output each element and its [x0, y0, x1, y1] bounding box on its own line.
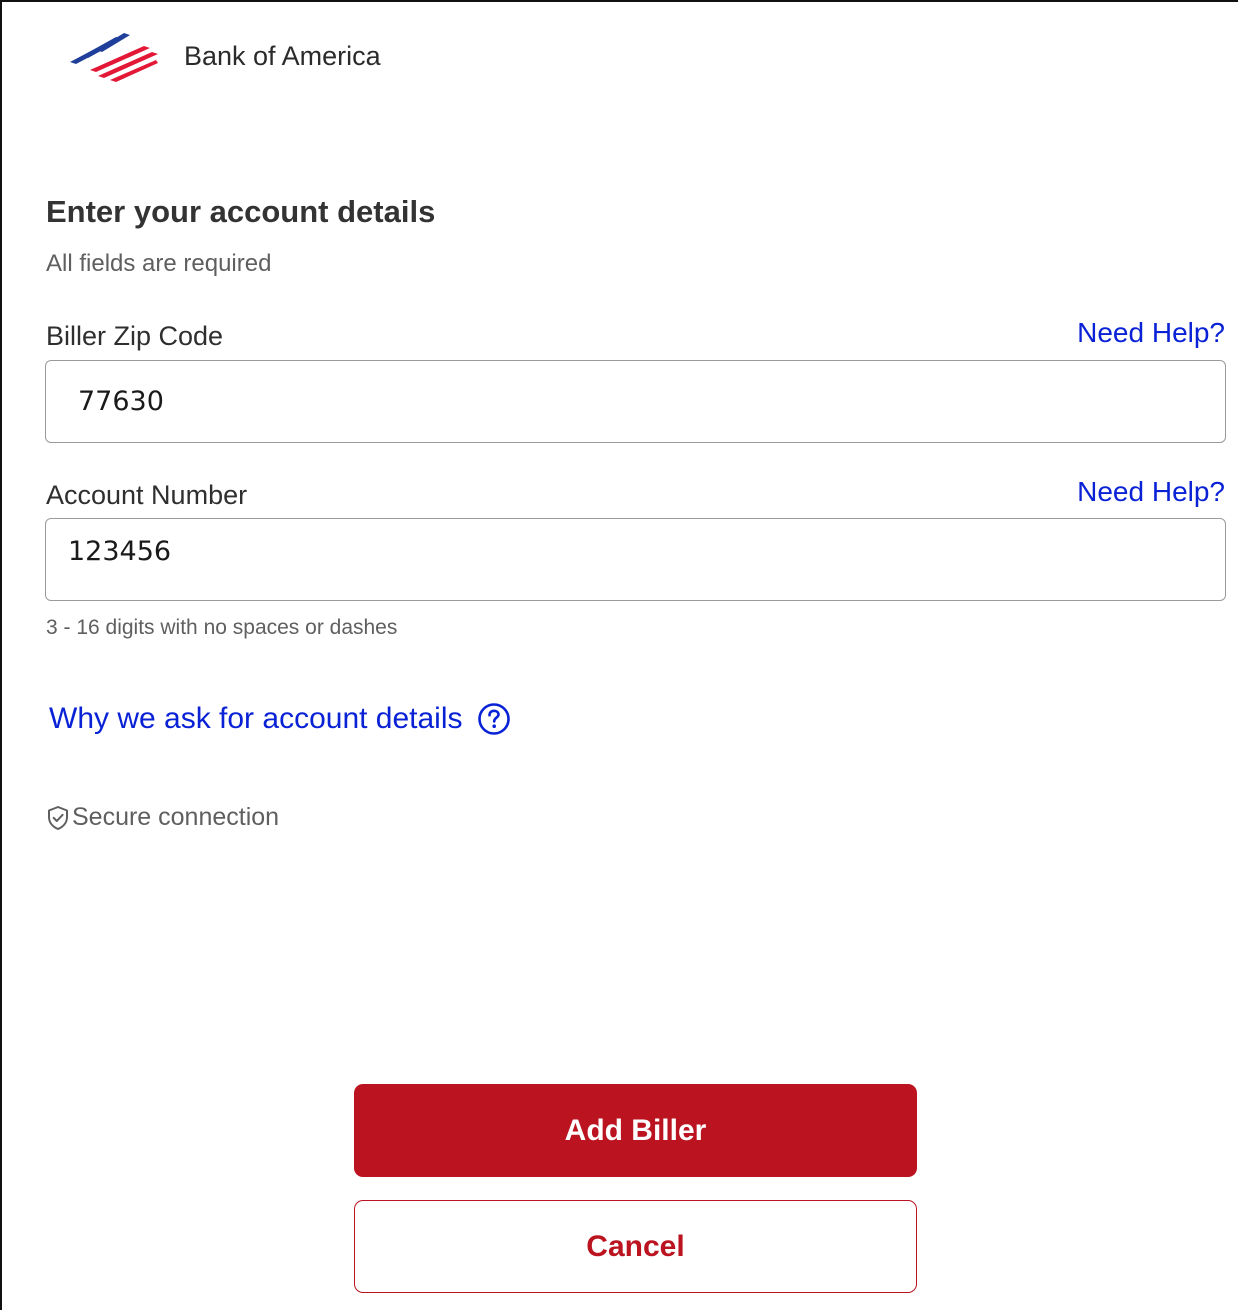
account-number-field	[45, 518, 1226, 601]
brand-name: Bank of America	[184, 40, 381, 71]
zip-code-input[interactable]	[46, 361, 1225, 442]
account-number-label: Account Number	[46, 480, 248, 510]
required-note: All fields are required	[46, 250, 272, 277]
secure-connection-label: Secure connection	[72, 803, 280, 831]
account-number-hint: 3 - 16 digits with no spaces or dashes	[46, 616, 398, 639]
zip-code-label: Biller Zip Code	[46, 321, 224, 351]
account-number-input[interactable]	[46, 519, 1225, 600]
shield-check-icon	[48, 805, 68, 830]
why-account-details-label: Why we ask for account details	[49, 702, 463, 735]
header: Bank of America	[68, 28, 381, 84]
add-biller-button[interactable]: Add Biller	[354, 1084, 917, 1177]
bank-of-america-logo-icon	[70, 33, 158, 82]
page-title: Enter your account details	[46, 194, 436, 229]
cancel-button[interactable]: Cancel	[354, 1200, 917, 1293]
zip-code-help-link[interactable]: Need Help?	[1077, 317, 1225, 349]
secure-connection: Secure connection	[46, 803, 279, 832]
account-number-help-link[interactable]: Need Help?	[1077, 476, 1225, 508]
why-account-details-link[interactable]: Why we ask for account details	[49, 702, 511, 736]
zip-code-field	[45, 360, 1226, 443]
question-circle-icon[interactable]	[477, 702, 511, 736]
